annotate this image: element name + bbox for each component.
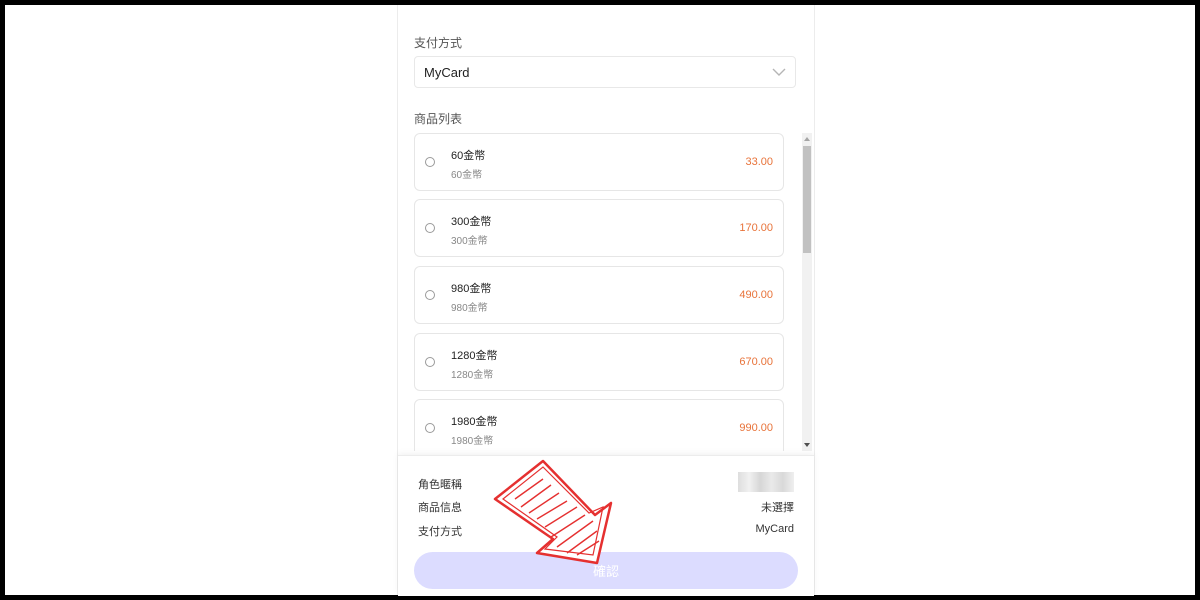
product-item-1280[interactable]: 1280金幣 1280金幣 670.00: [414, 333, 784, 391]
product-desc: 1280金幣: [451, 370, 494, 381]
product-desc: 60金幣: [451, 170, 483, 181]
radio-icon[interactable]: [425, 157, 435, 167]
product-price: 990.00: [739, 422, 773, 434]
product-list: 60金幣 60金幣 33.00 300金幣 300金幣 170.00 980金幣…: [414, 133, 814, 451]
product-desc: 980金幣: [451, 303, 488, 314]
role-nickname-redacted: [738, 472, 794, 492]
payment-method-select[interactable]: MyCard: [414, 56, 796, 88]
summary-row-product: 商品信息 未選擇: [418, 499, 794, 515]
scroll-up-icon[interactable]: [804, 137, 810, 141]
product-info-value: 未選擇: [761, 502, 794, 514]
summary-row-role: 角色暱稱: [418, 472, 794, 492]
product-info-label: 商品信息: [418, 502, 462, 514]
product-name: 60金幣: [451, 150, 486, 162]
product-name: 1280金幣: [451, 350, 498, 362]
product-price: 490.00: [739, 289, 773, 301]
radio-icon[interactable]: [425, 290, 435, 300]
payment-method-value: MyCard: [424, 64, 470, 80]
product-price: 33.00: [745, 156, 773, 168]
payment-panel: 支付方式 MyCard 商品列表 60金幣 60金幣 33.00 300金幣 3…: [397, 5, 815, 596]
product-desc: 1980金幣: [451, 436, 494, 447]
radio-icon[interactable]: [425, 223, 435, 233]
product-desc: 300金幣: [451, 236, 488, 247]
payment-summary-label: 支付方式: [418, 526, 462, 538]
product-item-980[interactable]: 980金幣 980金幣 490.00: [414, 266, 784, 324]
chevron-down-icon: [772, 68, 786, 76]
role-nickname-label: 角色暱稱: [418, 479, 462, 491]
summary-row-payment: 支付方式 MyCard: [418, 523, 794, 539]
product-item-300[interactable]: 300金幣 300金幣 170.00: [414, 199, 784, 257]
radio-icon[interactable]: [425, 357, 435, 367]
product-item-60[interactable]: 60金幣 60金幣 33.00: [414, 133, 784, 191]
product-name: 1980金幣: [451, 416, 498, 428]
product-name: 300金幣: [451, 216, 492, 228]
scrollbar-thumb[interactable]: [803, 146, 811, 253]
product-name: 980金幣: [451, 283, 492, 295]
product-price: 670.00: [739, 356, 773, 368]
radio-icon[interactable]: [425, 423, 435, 433]
scroll-down-icon[interactable]: [804, 443, 810, 447]
product-list-scrollbar[interactable]: [802, 133, 812, 451]
order-summary: 角色暱稱 商品信息 未選擇 支付方式 MyCard 確認: [398, 455, 814, 596]
confirm-button[interactable]: 確認: [414, 552, 798, 589]
product-list-label: 商品列表: [414, 112, 463, 126]
payment-summary-value: MyCard: [755, 523, 794, 535]
payment-method-label: 支付方式: [414, 36, 463, 50]
product-price: 170.00: [739, 222, 773, 234]
product-item-1980[interactable]: 1980金幣 1980金幣 990.00: [414, 399, 784, 451]
